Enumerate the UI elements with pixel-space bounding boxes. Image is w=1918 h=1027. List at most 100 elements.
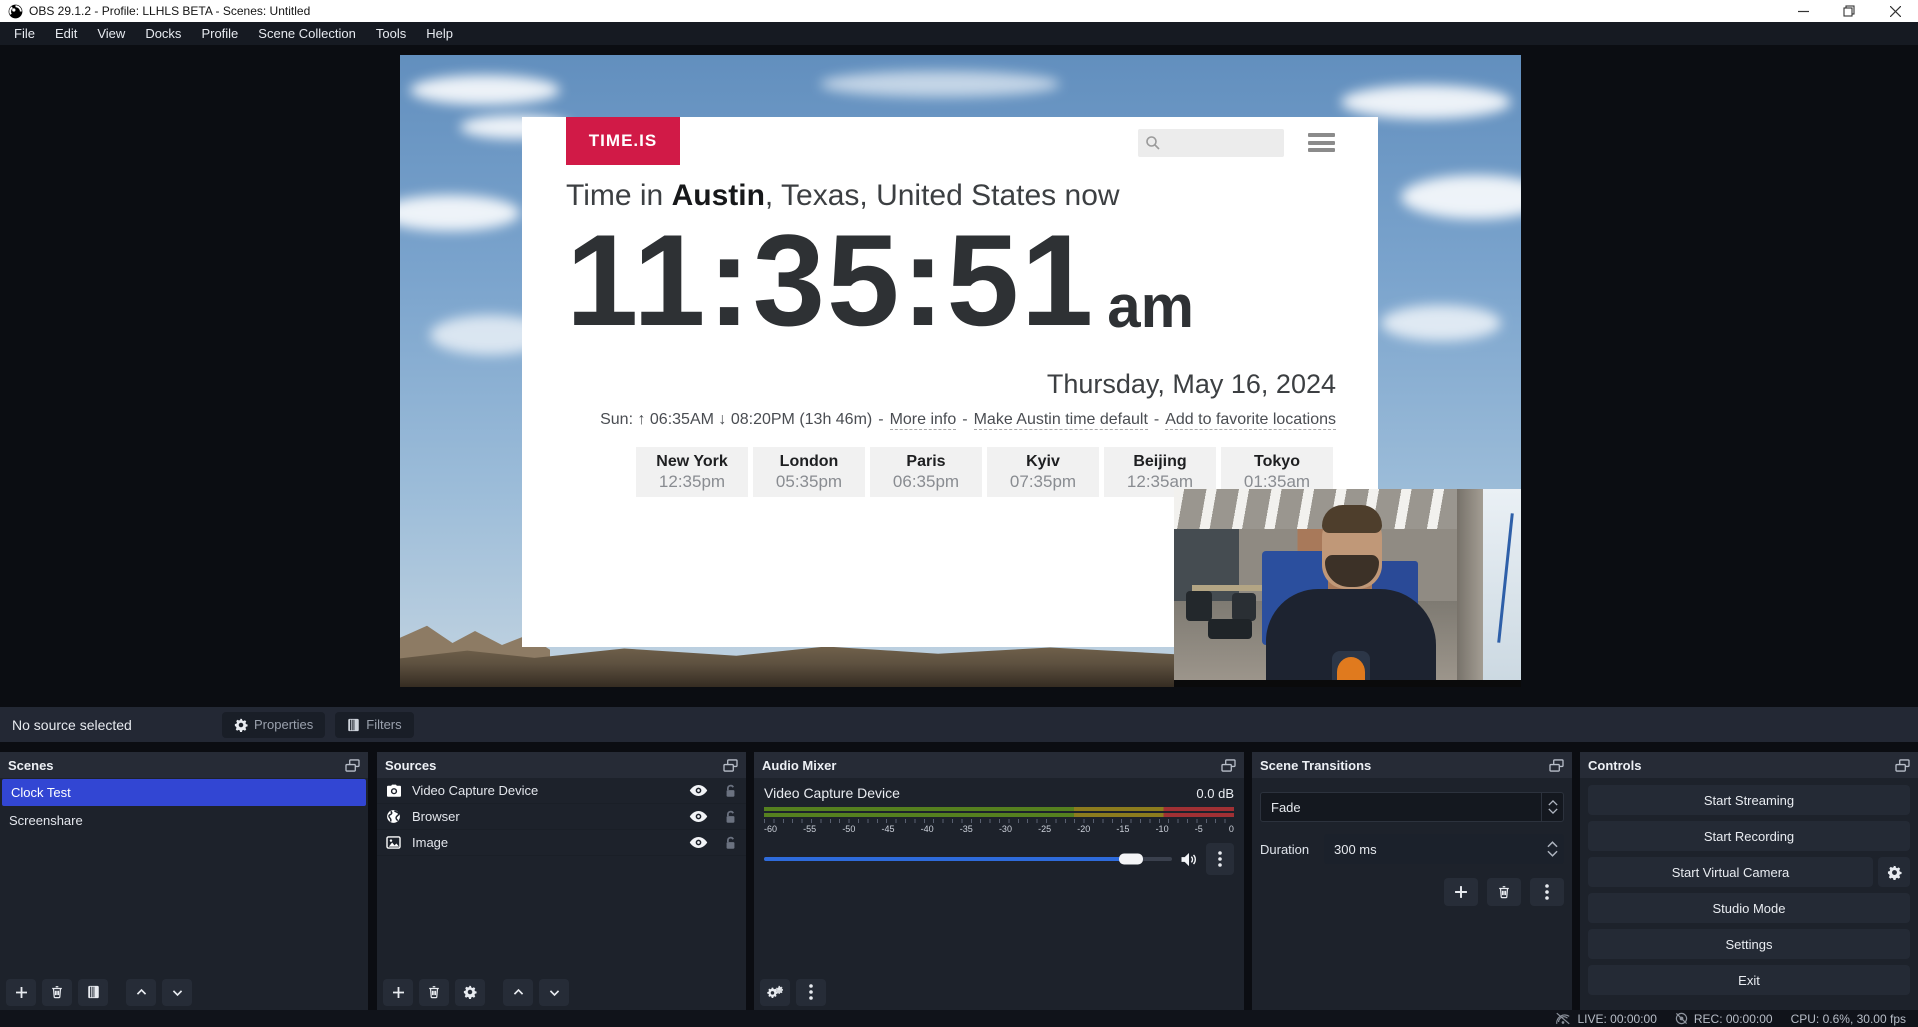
- scene-filters-button[interactable]: [78, 979, 108, 1006]
- virtual-camera-settings-button[interactable]: [1878, 857, 1910, 887]
- properties-label: Properties: [254, 717, 313, 732]
- stream-inactive-icon: [1555, 1012, 1571, 1025]
- menu-profile[interactable]: Profile: [191, 22, 248, 45]
- meter-scale: -60-55-50-45-40-35-30-25-20-15-10-50: [764, 824, 1234, 834]
- remove-scene-button[interactable]: [42, 979, 72, 1006]
- unlock-icon[interactable]: [724, 836, 737, 850]
- mixer-toolbar: [754, 974, 1244, 1010]
- move-source-down-button[interactable]: [539, 979, 569, 1006]
- transitions-header: Scene Transitions: [1252, 752, 1572, 778]
- remove-source-button[interactable]: [419, 979, 449, 1006]
- gear-icon: [234, 718, 248, 732]
- menu-scene-collection[interactable]: Scene Collection: [248, 22, 366, 45]
- scenes-title: Scenes: [8, 758, 54, 773]
- volume-slider[interactable]: [764, 857, 1172, 861]
- mixer-options-button[interactable]: [1206, 843, 1234, 875]
- duration-input[interactable]: 300 ms: [1324, 834, 1564, 864]
- unlock-icon[interactable]: [724, 810, 737, 824]
- visibility-eye-icon[interactable]: [689, 810, 708, 823]
- menu-view[interactable]: View: [87, 22, 135, 45]
- menu-bar: File Edit View Docks Profile Scene Colle…: [0, 22, 1918, 45]
- volume-slider-handle[interactable]: [1119, 854, 1143, 865]
- settings-button[interactable]: Settings: [1588, 929, 1910, 959]
- menu-help[interactable]: Help: [416, 22, 463, 45]
- scenes-toolbar: [0, 974, 368, 1010]
- start-virtual-camera-button[interactable]: Start Virtual Camera: [1588, 857, 1873, 887]
- move-source-up-button[interactable]: [503, 979, 533, 1006]
- start-streaming-button[interactable]: Start Streaming: [1588, 785, 1910, 815]
- popout-icon[interactable]: [1221, 759, 1236, 772]
- source-status-text: No source selected: [12, 717, 222, 733]
- more-info-link: More info: [890, 411, 957, 430]
- move-scene-up-button[interactable]: [126, 979, 156, 1006]
- popout-icon[interactable]: [723, 759, 738, 772]
- source-properties-button[interactable]: [455, 979, 485, 1006]
- studio-mode-button[interactable]: Studio Mode: [1588, 893, 1910, 923]
- visibility-eye-icon[interactable]: [689, 836, 708, 849]
- transition-properties-button[interactable]: [1530, 878, 1564, 906]
- filters-icon: [87, 985, 100, 999]
- audio-mixer-title: Audio Mixer: [762, 758, 836, 773]
- camera-icon: [386, 784, 403, 798]
- transitions-title: Scene Transitions: [1260, 758, 1371, 773]
- window-titlebar: OBS 29.1.2 - Profile: LLHLS BETA - Scene…: [0, 0, 1918, 22]
- advanced-audio-button[interactable]: [760, 979, 790, 1006]
- remove-transition-button[interactable]: [1487, 878, 1521, 906]
- program-preview[interactable]: TIME.IS Time in Austin, Texas, United St…: [400, 55, 1521, 687]
- chevron-down-icon: [548, 986, 561, 999]
- restore-button[interactable]: [1826, 0, 1872, 22]
- dock-panels: Scenes Clock Test Screenshare So: [0, 752, 1918, 1010]
- source-row-browser[interactable]: Browser: [377, 804, 746, 830]
- chevron-down-icon: [1548, 808, 1558, 814]
- transition-select[interactable]: Fade: [1260, 792, 1564, 822]
- visibility-eye-icon[interactable]: [689, 784, 708, 797]
- add-scene-button[interactable]: [6, 979, 36, 1006]
- webcam-pillar: [1457, 489, 1483, 680]
- mixer-level-db: 0.0 dB: [1196, 786, 1234, 801]
- chevron-up-icon: [512, 986, 525, 999]
- clock-ampm: am: [1107, 277, 1194, 337]
- unlock-icon[interactable]: [724, 784, 737, 798]
- menu-tools[interactable]: Tools: [366, 22, 416, 45]
- properties-button[interactable]: Properties: [222, 712, 325, 738]
- exit-button[interactable]: Exit: [1588, 965, 1910, 995]
- popout-icon[interactable]: [1549, 759, 1564, 772]
- start-recording-button[interactable]: Start Recording: [1588, 821, 1910, 851]
- popout-icon[interactable]: [345, 759, 360, 772]
- controls-title: Controls: [1588, 758, 1641, 773]
- scene-item-screenshare[interactable]: Screenshare: [0, 807, 368, 834]
- webcam-person-hair: [1322, 505, 1382, 533]
- source-row-image[interactable]: Image: [377, 830, 746, 856]
- source-toolbar: No source selected Properties Filters: [0, 707, 1918, 742]
- transitions-body: Fade Duration 300 ms: [1252, 778, 1572, 906]
- menu-docks[interactable]: Docks: [135, 22, 191, 45]
- spin-down-icon: [1547, 850, 1558, 857]
- scenes-panel: Scenes Clock Test Screenshare: [0, 752, 368, 1010]
- webcam-chair: [1186, 591, 1212, 621]
- move-scene-down-button[interactable]: [162, 979, 192, 1006]
- status-bar: LIVE: 00:00:00 REC: 00:00:00 CPU: 0.6%, …: [0, 1010, 1918, 1027]
- timeis-sun-row: Sun: ↑ 06:35AM ↓ 08:20PM (13h 46m) - Mor…: [600, 411, 1336, 430]
- webcam-window: [1483, 489, 1521, 680]
- cloud-decoration: [1341, 85, 1511, 119]
- close-button[interactable]: [1872, 0, 1918, 22]
- chevron-up-icon: [135, 986, 148, 999]
- select-spinner[interactable]: [1541, 793, 1563, 821]
- filters-button[interactable]: Filters: [335, 712, 413, 738]
- speaker-icon[interactable]: [1180, 852, 1198, 867]
- popout-icon[interactable]: [1895, 759, 1910, 772]
- minimize-button[interactable]: [1780, 0, 1826, 22]
- webcam-chair: [1232, 593, 1256, 621]
- add-source-button[interactable]: [383, 979, 413, 1006]
- add-transition-button[interactable]: [1444, 878, 1478, 906]
- source-row-video-capture[interactable]: Video Capture Device: [377, 778, 746, 804]
- mixer-menu-button[interactable]: [796, 979, 826, 1006]
- scenes-header: Scenes: [0, 752, 368, 778]
- scene-item-clock-test[interactable]: Clock Test: [2, 779, 366, 806]
- menu-edit[interactable]: Edit: [45, 22, 87, 45]
- menu-file[interactable]: File: [4, 22, 45, 45]
- preview-area: TIME.IS Time in Austin, Texas, United St…: [0, 45, 1918, 707]
- mixer-channel-name: Video Capture Device: [764, 785, 1196, 801]
- live-timer: LIVE: 00:00:00: [1577, 1012, 1656, 1026]
- cloud-decoration: [400, 195, 520, 231]
